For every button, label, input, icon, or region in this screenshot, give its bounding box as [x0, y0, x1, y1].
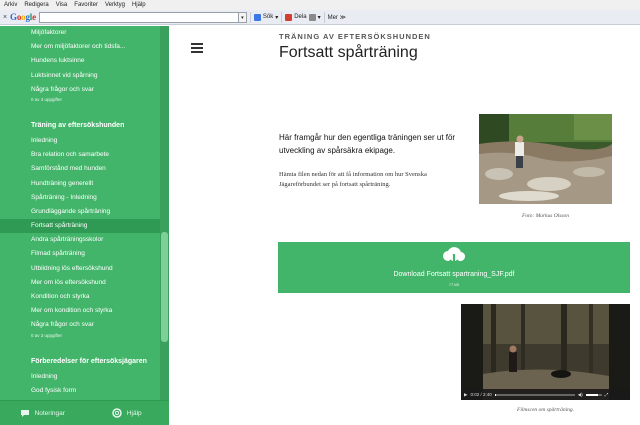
notes-button[interactable]: Noteringar [0, 401, 85, 425]
sidebar-item[interactable]: Hundens luktsinne [0, 54, 169, 68]
cloud-download-icon [443, 247, 465, 267]
extension-icon [308, 13, 316, 21]
sidebar-item[interactable]: Grundläggande spårträning [0, 205, 169, 219]
menu-redigera[interactable]: Redigera [24, 0, 48, 10]
sidebar-item[interactable]: Mer om kondition och styrka [0, 304, 169, 318]
toolbar-share-button[interactable]: Dela ▾ [281, 11, 323, 23]
menu-verktyg[interactable]: Verktyg [105, 0, 125, 10]
help-label: Hjälp [126, 409, 142, 417]
sidebar-scroll-thumb[interactable] [161, 232, 168, 342]
sidebar-item[interactable]: Mer om lös eftersökshund [0, 276, 169, 290]
menu-icon[interactable] [191, 43, 203, 55]
sidebar-scrollbar[interactable] [160, 26, 169, 400]
page-title: Fortsatt spårträning [279, 44, 418, 61]
task-count: 0 av 3 uppgifter [31, 332, 63, 338]
menu-bar: Arkiv Redigera Visa Favoriter Verktyg Hj… [0, 0, 640, 10]
notes-label: Noteringar [34, 409, 65, 417]
toolbar-close-icon[interactable]: × [0, 14, 10, 21]
sidebar-item[interactable]: Bra relation och samarbete [0, 148, 169, 162]
download-button[interactable]: Download Fortsatt spartraning_SJF.pdf 77… [278, 242, 630, 293]
menu-favoriter[interactable]: Favoriter [74, 0, 98, 10]
sidebar-item-active[interactable]: Fortsatt spårträning [0, 219, 169, 234]
content-area: TRÄNING AV EFTERSÖKSHUNDEN Fortsatt spår… [169, 26, 640, 425]
download-label: Download Fortsatt spartraning_SJF.pdf [393, 271, 515, 278]
sidebar-item[interactable]: Utbildning lös eftersökshund [0, 262, 169, 276]
sidebar-item[interactable]: Miljöfaktorer [0, 26, 169, 40]
sidebar-item[interactable]: Kondition och styrka [0, 290, 169, 304]
play-icon[interactable]: ▶ [464, 392, 467, 398]
sidebar-item[interactable]: Inledning [0, 370, 169, 384]
lead-text: Här framgår hur den egentliga träningen … [279, 133, 456, 155]
sidebar-item[interactable]: Andra spårträningsskolor [0, 233, 169, 247]
google-toolbar: × Google ▾ Sök ▾ Dela ▾ Mer ≫ [0, 10, 640, 25]
sidebar-item[interactable]: Hundträning generellt [0, 177, 169, 191]
sidebar-item[interactable]: Några frågor och svar [0, 83, 169, 97]
toolbar-share-label: Dela [294, 14, 307, 20]
search-icon [253, 13, 261, 21]
sidebar-item[interactable]: Filmad spårträning [0, 247, 169, 261]
sidebar-item[interactable]: Luktsinnet vid spårning [0, 69, 169, 83]
toolbar-search-input[interactable] [38, 11, 239, 23]
toolbar-more-label: Mer ≫ [327, 14, 346, 21]
toolbar-search-dropdown[interactable]: ▾ [238, 11, 247, 23]
menu-arkiv[interactable]: Arkiv [4, 0, 17, 10]
toolbar-search-label: Sök [262, 14, 274, 20]
sidebar-item[interactable]: Spårträning - Inledning [0, 191, 169, 205]
toolbar-search-button[interactable]: Sök ▾ [249, 11, 281, 23]
sidebar-section-list: Inledning Bra relation och samarbete Samfö… [0, 134, 169, 333]
task-count: 0 av 3 uppgifter [31, 96, 63, 102]
photo-caption: Foto: Markus Olsson [521, 213, 570, 219]
download-size: 77 kB [448, 282, 460, 287]
video-caption: Filmscen om spårträning. [517, 407, 574, 413]
speech-bubble-icon [20, 409, 29, 417]
help-button[interactable]: Hjälp [85, 401, 170, 425]
chevron-down-icon: ▾ [275, 14, 279, 21]
sidebar-section-heading[interactable]: Förberedelser för eftersöksjägaren [0, 354, 169, 370]
video-progress-bar[interactable] [494, 393, 575, 396]
video-time: 0:02 / 2:40 [470, 392, 492, 397]
chevron-down-icon: ▾ [317, 14, 321, 21]
menu-hjalp[interactable]: Hjälp [132, 0, 146, 10]
volume-icon[interactable]: ◀) [578, 392, 583, 398]
sidebar-item[interactable]: Mer om miljöfaktorer och tidsfa... [0, 40, 169, 54]
volume-slider[interactable] [585, 393, 602, 396]
sidebar-item[interactable]: God fysisk form [0, 384, 169, 398]
fullscreen-icon[interactable]: ⤢ [605, 392, 609, 397]
course-sidebar: Miljöfaktorer Mer om miljöfaktorer och t… [0, 26, 169, 400]
video-player[interactable]: ▶ 0:02 / 2:40 ◀) ⤢ [461, 304, 630, 400]
sidebar-footer: Noteringar Hjälp [0, 400, 169, 425]
sidebar-item[interactable]: Samförstånd med hunden [0, 162, 169, 176]
menu-visa[interactable]: Visa [56, 0, 68, 10]
section-eyebrow: TRÄNING AV EFTERSÖKSHUNDEN [279, 32, 431, 41]
body-text: Hämta filen nedan för att få information… [279, 171, 427, 188]
video-controls: ▶ 0:02 / 2:40 ◀) ⤢ [461, 389, 630, 400]
sidebar-item[interactable]: Några frågor och svar [0, 318, 169, 332]
lifebuoy-icon [112, 408, 122, 418]
toolbar-more-button[interactable]: Mer ≫ [323, 11, 349, 23]
river-photo [479, 114, 612, 204]
sidebar-item[interactable]: Inledning [0, 134, 169, 148]
google-logo: Google [10, 12, 36, 22]
sidebar-section-heading[interactable]: Träning av eftersökshunden [0, 118, 169, 134]
share-icon [285, 13, 293, 21]
